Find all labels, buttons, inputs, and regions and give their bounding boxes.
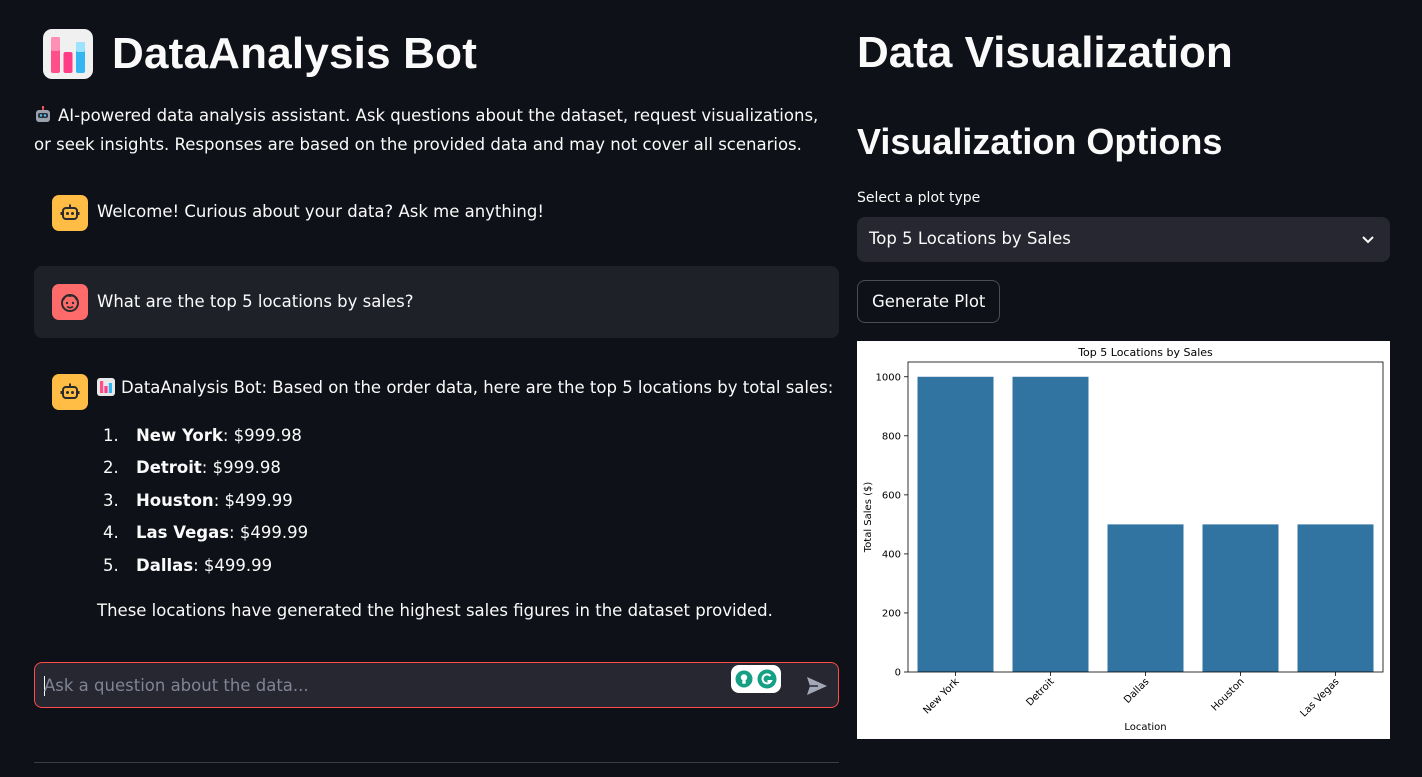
x-tick-label: Detroit (1024, 676, 1056, 708)
user-face-icon (61, 294, 79, 312)
list-item-value: : $999.98 (222, 425, 302, 445)
grammarly-icon[interactable] (757, 669, 777, 689)
list-item-value: : $999.98 (201, 458, 281, 478)
list-item-value: : $499.99 (193, 555, 273, 575)
bar-chart-icon (43, 29, 93, 79)
list-item-number: 1. (103, 425, 119, 445)
list-item-location: New York (136, 425, 223, 445)
send-icon[interactable] (805, 674, 829, 698)
user-avatar (52, 284, 88, 320)
chart-bar (1202, 524, 1279, 672)
chat-input-box[interactable] (34, 662, 839, 708)
visualization-title: Data Visualization (857, 28, 1233, 77)
list-item: 4. Las Vegas: $499.99 (103, 517, 308, 550)
list-item-number: 4. (103, 523, 119, 543)
chart-svg: 0 200 400 600 800 1000 New York Detroit Dallas Ho… (863, 346, 1384, 733)
y-tick-label: 600 (882, 490, 901, 501)
chat-panel: DataAnalysis Bot AI-powered data analysi… (34, 0, 839, 777)
x-axis-label: Location (1124, 722, 1166, 733)
list-item-number: 3. (103, 490, 119, 510)
chat-message-text: Welcome! Curious about your data? Ask me… (97, 202, 544, 221)
chat-message-assistant: DataAnalysis Bot: Based on the order dat… (34, 360, 839, 640)
chat-message-outro: These locations have generated the highe… (97, 601, 773, 620)
robot-face-icon (60, 383, 80, 399)
bot-avatar (52, 374, 88, 410)
app-description: AI-powered data analysis assistant. Ask … (34, 101, 824, 159)
robot-face-icon (60, 204, 80, 220)
grammarly-widget[interactable] (731, 665, 781, 693)
list-item-location: Houston (136, 490, 214, 510)
x-tick-label: Houston (1209, 676, 1246, 713)
chat-message-assistant: Welcome! Curious about your data? Ask me… (34, 186, 839, 240)
list-item-location: Las Vegas (136, 523, 230, 543)
chat-message-user: What are the top 5 locations by sales? (34, 266, 839, 338)
x-tick-label: Las Vegas (1298, 676, 1341, 719)
list-item-location: Detroit (136, 458, 202, 478)
y-tick-label: 200 (882, 608, 901, 619)
generate-plot-button[interactable]: Generate Plot (857, 280, 1001, 323)
chart-bar (1012, 376, 1089, 672)
y-tick-label: 800 (882, 431, 901, 442)
y-tick-label: 0 (895, 668, 901, 679)
app-title: DataAnalysis Bot (112, 29, 478, 78)
plot-type-label: Select a plot type (857, 190, 981, 206)
plot-type-value: Top 5 Locations by Sales (869, 229, 1071, 248)
chart-bar (1297, 524, 1374, 672)
locations-list: 1. New York: $999.98 2. Detroit: $999.98 3… (103, 419, 308, 582)
y-tick-label: 400 (882, 549, 901, 560)
divider (34, 762, 839, 763)
chart-bar (1107, 524, 1184, 672)
bot-avatar (52, 195, 88, 231)
y-tick-label: 1000 (876, 372, 901, 383)
chevron-down-icon[interactable] (1360, 231, 1376, 247)
x-tick-label: New York (921, 676, 961, 716)
visualization-subtitle: Visualization Options (857, 121, 1223, 162)
list-item: 5. Dallas: $499.99 (103, 549, 308, 582)
app-description-text: AI-powered data analysis assistant. Ask … (34, 106, 819, 154)
chat-message-text: What are the top 5 locations by sales? (97, 292, 414, 311)
sales-bar-chart: 0 200 400 600 800 1000 New York Detroit Dallas Ho… (857, 341, 1390, 739)
chart-bar (917, 376, 994, 672)
list-item-number: 5. (103, 555, 119, 575)
lightbulb-icon[interactable] (735, 670, 753, 688)
chart-title: Top 5 Locations by Sales (1077, 346, 1213, 359)
list-item-number: 2. (103, 458, 119, 478)
chat-message-intro-text: DataAnalysis Bot: Based on the order dat… (121, 378, 834, 397)
list-item-value: : $499.99 (213, 490, 293, 510)
list-item: 3. Houston: $499.99 (103, 484, 308, 517)
x-tick-label: Dallas (1122, 676, 1152, 706)
plot-type-select[interactable]: Top 5 Locations by Sales (857, 217, 1390, 262)
robot-icon (36, 106, 50, 122)
chat-message-intro: DataAnalysis Bot: Based on the order dat… (97, 377, 833, 399)
chat-input[interactable] (44, 671, 724, 699)
visualization-panel: Data Visualization Visualization Options… (857, 0, 1390, 777)
list-item-value: : $499.99 (229, 523, 309, 543)
list-item: 1. New York: $999.98 (103, 419, 308, 452)
y-axis-label: Total Sales ($) (863, 482, 874, 554)
list-item-location: Dallas (136, 555, 194, 575)
app-header: DataAnalysis Bot (42, 28, 477, 80)
bar-chart-icon (97, 378, 115, 396)
list-item: 2. Detroit: $999.98 (103, 452, 308, 485)
